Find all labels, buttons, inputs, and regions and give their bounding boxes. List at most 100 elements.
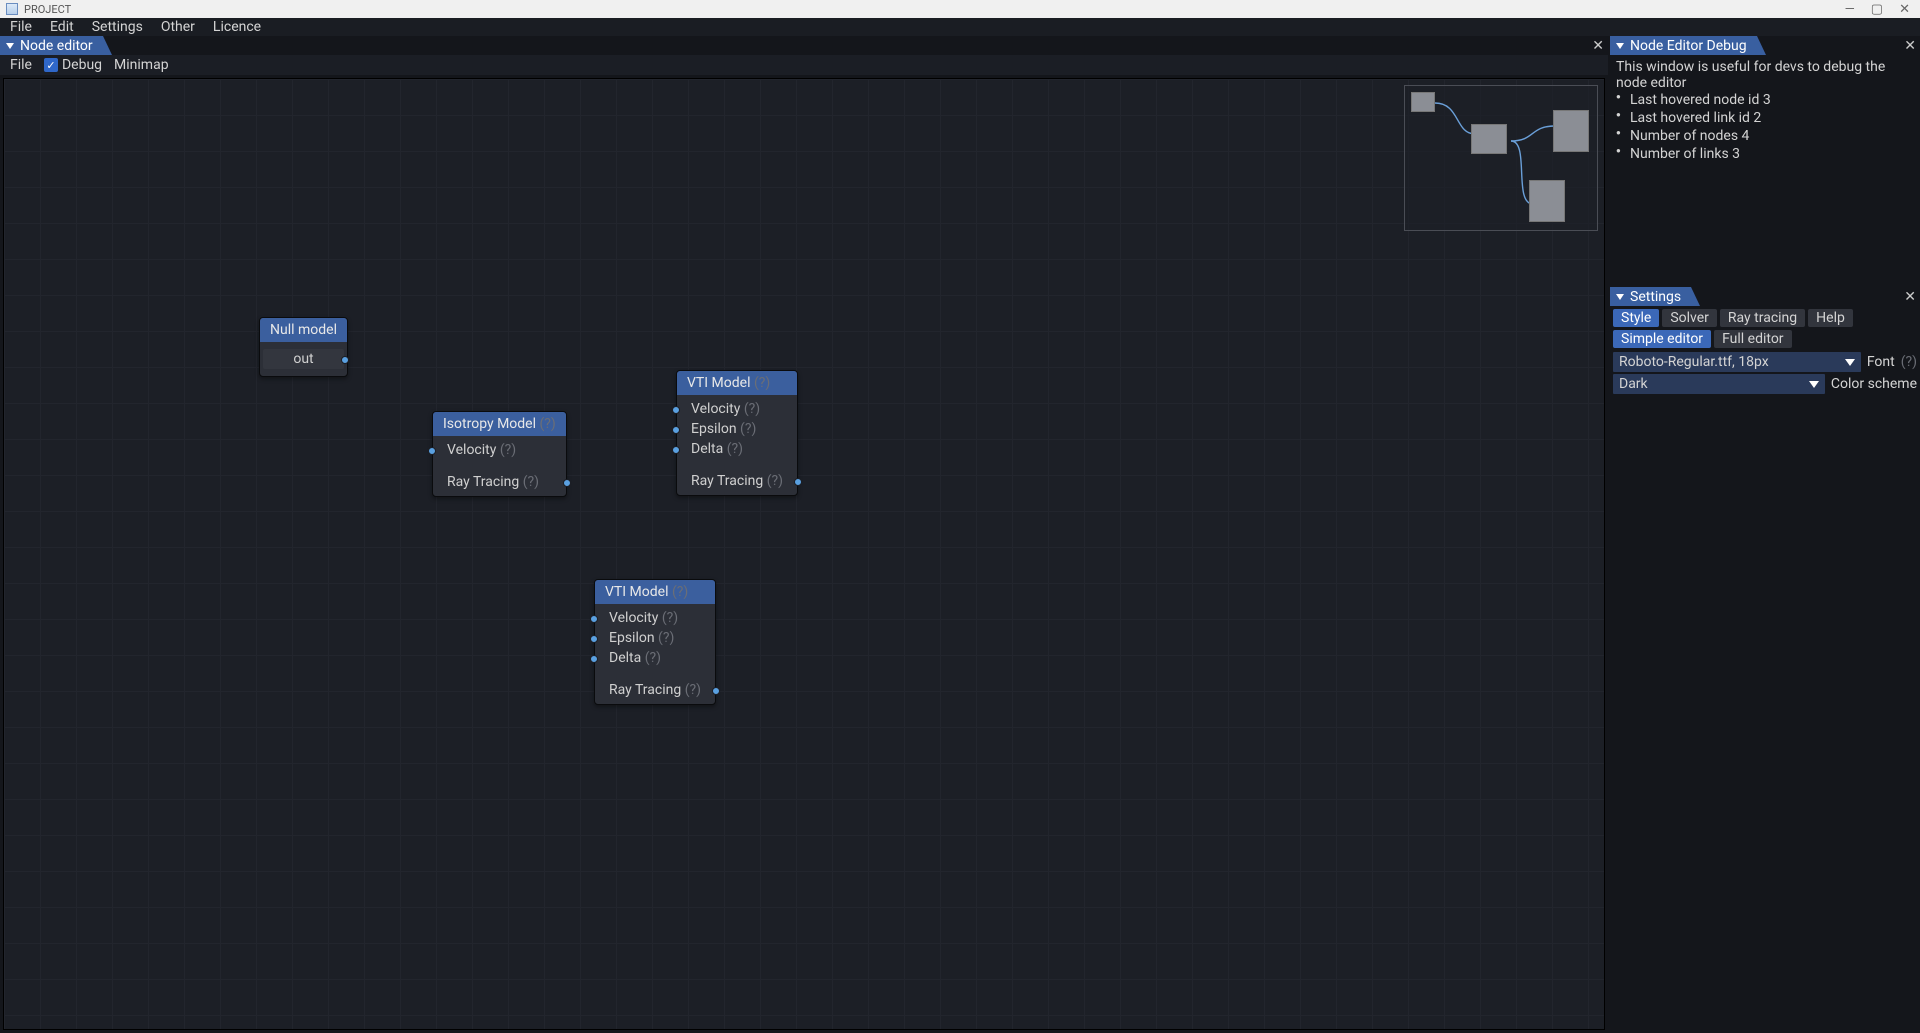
node-header[interactable]: VTI Model (?) <box>595 580 715 604</box>
subtab-simple-editor[interactable]: Simple editor <box>1613 330 1711 348</box>
debug-panel: Node Editor Debug ✕ This window is usefu… <box>1610 36 1920 287</box>
tab-label: Settings <box>1630 289 1681 305</box>
font-value: Roboto-Regular.ttf, 18px <box>1619 354 1769 370</box>
node-header[interactable]: VTI Model (?) <box>677 371 797 395</box>
close-icon[interactable]: ✕ <box>1900 38 1920 54</box>
node-input: Velocity (?) <box>433 440 566 460</box>
font-label: Font <box>1867 354 1895 370</box>
help-icon[interactable]: (?) <box>539 416 555 432</box>
help-icon[interactable]: (?) <box>662 610 678 626</box>
node-canvas[interactable]: Null model out Isotropy Model (?) Velocity … <box>3 78 1605 1030</box>
graph-node[interactable]: VTI Model (?) Velocity (?)Epsilon (?)Delt… <box>594 579 716 705</box>
app-icon <box>6 3 18 15</box>
output-port[interactable] <box>563 479 571 487</box>
window-titlebar: PROJECT — ▢ ✕ <box>0 0 1920 18</box>
tab-node-editor-debug[interactable]: Node Editor Debug <box>1610 36 1757 55</box>
chevron-down-icon <box>6 43 14 49</box>
help-icon[interactable]: (?) <box>744 401 760 417</box>
help-icon[interactable]: (?) <box>1901 354 1917 370</box>
debug-item: Last hovered node id 3 <box>1630 91 1914 109</box>
debug-checkbox[interactable]: ✓ <box>44 58 58 72</box>
node-input: Delta (?) <box>595 648 715 668</box>
output-port[interactable] <box>794 478 802 486</box>
debug-item: Last hovered link id 2 <box>1630 109 1914 127</box>
help-icon[interactable]: (?) <box>658 630 674 646</box>
minimap-node <box>1411 92 1435 112</box>
chevron-down-icon <box>1616 294 1624 300</box>
subtab-solver[interactable]: Solver <box>1662 309 1717 327</box>
help-icon[interactable]: (?) <box>672 584 688 600</box>
minimap[interactable] <box>1404 85 1598 231</box>
subtab-style[interactable]: Style <box>1613 309 1659 327</box>
main-menubar: File Edit Settings Other Licence <box>0 18 1920 36</box>
node-editor-tabbar: Node editor ✕ <box>0 36 1608 55</box>
node-output: Ray Tracing (?) <box>595 680 715 700</box>
subtab-full-editor[interactable]: Full editor <box>1714 330 1791 348</box>
window-title: PROJECT <box>24 3 71 16</box>
sub-debug[interactable]: Debug <box>62 57 102 73</box>
node-output[interactable]: out <box>263 349 344 369</box>
menu-settings[interactable]: Settings <box>92 19 143 35</box>
tab-settings[interactable]: Settings <box>1610 287 1691 306</box>
help-icon[interactable]: (?) <box>727 441 743 457</box>
menu-edit[interactable]: Edit <box>50 19 74 35</box>
node-header[interactable]: Null model <box>260 318 347 342</box>
font-select[interactable]: Roboto-Regular.ttf, 18px <box>1613 352 1861 372</box>
close-icon[interactable]: ✕ <box>1588 38 1608 54</box>
color-scheme-value: Dark <box>1619 376 1648 392</box>
graph-node[interactable]: Null model out <box>259 317 348 377</box>
input-port[interactable] <box>672 446 680 454</box>
node-input: Velocity (?) <box>595 608 715 628</box>
window-minimize-button[interactable]: — <box>1845 2 1855 17</box>
input-port[interactable] <box>672 406 680 414</box>
help-icon[interactable]: (?) <box>740 421 756 437</box>
debug-intro: This window is useful for devs to debug … <box>1616 59 1914 91</box>
help-icon[interactable]: (?) <box>754 375 770 391</box>
help-icon[interactable]: (?) <box>645 650 661 666</box>
node-output: Ray Tracing (?) <box>677 471 797 491</box>
color-scheme-select[interactable]: Dark <box>1613 374 1825 394</box>
menu-file[interactable]: File <box>10 19 32 35</box>
input-port[interactable] <box>428 447 436 455</box>
menu-other[interactable]: Other <box>161 19 195 35</box>
close-icon[interactable]: ✕ <box>1900 289 1920 305</box>
minimap-links <box>1405 86 1605 236</box>
debug-item: Number of links 3 <box>1630 145 1914 163</box>
subtab-ray-tracing[interactable]: Ray tracing <box>1720 309 1805 327</box>
output-port[interactable] <box>712 687 720 695</box>
help-icon[interactable]: (?) <box>523 474 539 490</box>
input-port[interactable] <box>672 426 680 434</box>
input-port[interactable] <box>590 615 598 623</box>
input-port[interactable] <box>590 635 598 643</box>
help-icon[interactable]: (?) <box>500 442 516 458</box>
menu-licence[interactable]: Licence <box>213 19 261 35</box>
tab-node-editor[interactable]: Node editor <box>0 36 103 55</box>
tab-label: Node Editor Debug <box>1630 38 1747 54</box>
node-input: Epsilon (?) <box>595 628 715 648</box>
sub-file[interactable]: File <box>10 57 32 73</box>
node-output: Ray Tracing (?) <box>433 472 566 492</box>
minimap-node <box>1471 124 1507 154</box>
window-maximize-button[interactable]: ▢ <box>1871 2 1883 17</box>
window-close-button[interactable]: ✕ <box>1899 2 1910 17</box>
graph-node[interactable]: VTI Model (?)Velocity (?)Epsilon (?)Delt… <box>676 370 798 496</box>
node-header[interactable]: Isotropy Model (?) <box>433 412 566 436</box>
chevron-down-icon <box>1845 359 1855 366</box>
graph-node[interactable]: Isotropy Model (?) Velocity (?) Ray Tracin… <box>432 411 567 497</box>
node-input: Velocity (?) <box>677 399 797 419</box>
output-port[interactable] <box>341 356 349 364</box>
sub-minimap[interactable]: Minimap <box>114 57 169 73</box>
node-input: Epsilon (?) <box>677 419 797 439</box>
node-editor-subbar: File ✓ Debug Minimap <box>0 55 1608 75</box>
color-scheme-label: Color scheme <box>1831 376 1917 392</box>
help-icon[interactable]: (?) <box>767 473 783 489</box>
settings-panel: Settings ✕ Style Solver Ray tracing Help… <box>1610 287 1920 395</box>
minimap-node <box>1553 110 1589 152</box>
help-icon[interactable]: (?) <box>685 682 701 698</box>
tab-label: Node editor <box>20 38 93 54</box>
subtab-help[interactable]: Help <box>1808 309 1853 327</box>
chevron-down-icon <box>1809 381 1819 388</box>
minimap-node <box>1529 180 1565 222</box>
chevron-down-icon <box>1616 43 1624 49</box>
input-port[interactable] <box>590 655 598 663</box>
